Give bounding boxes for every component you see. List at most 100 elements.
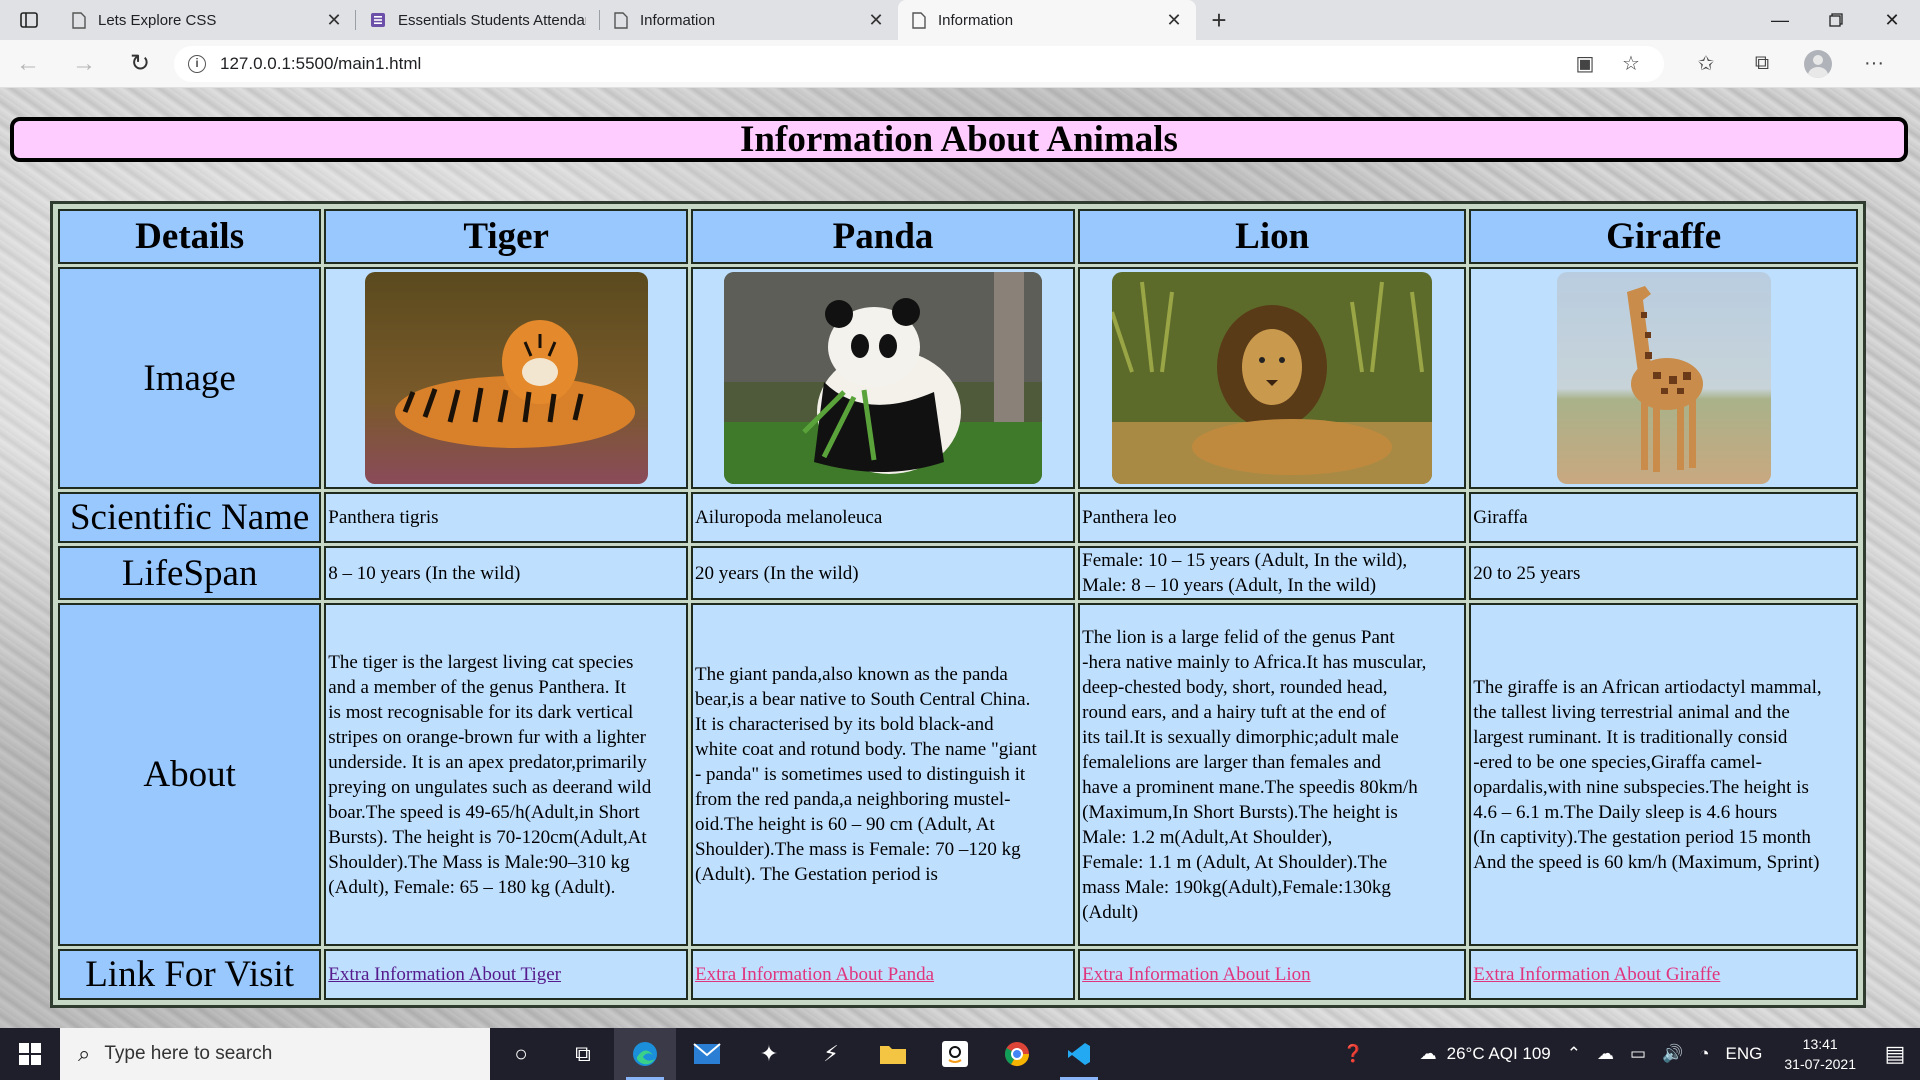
url-field[interactable]: i 127.0.0.1:5500/main1.html ▣ ☆ <box>174 45 1664 82</box>
lion-about: The lion is a large felid of the genus P… <box>1078 603 1467 946</box>
text-line: 8 – 10 years (In the wild) <box>328 562 521 584</box>
header-details: Details <box>58 209 322 264</box>
browser-tab[interactable]: Information ✕ <box>600 0 898 40</box>
tiger-about: The tiger is the largest living cat spec… <box>324 603 688 946</box>
text-line: -hera native mainly to Africa.It has mus… <box>1082 651 1427 673</box>
show-hidden-icons-button[interactable]: ⌃ <box>1559 1044 1589 1064</box>
task-view-button[interactable]: ⧉ <box>552 1028 614 1080</box>
battery-status[interactable]: ▭ <box>1622 1044 1654 1064</box>
table-row-scientific-name: Scientific Name Panthera tigris Ailuropo… <box>58 492 1858 543</box>
text-line: Female: 10 – 15 years (Adult, In the wil… <box>1082 550 1408 571</box>
browser-tab[interactable]: Lets Explore CSS ✕ <box>58 0 356 40</box>
clock[interactable]: 13:41 31-07-2021 <box>1770 1034 1870 1074</box>
mail-icon <box>693 1043 721 1064</box>
panda-lifespan: 20 years (In the wild) <box>690 546 1076 600</box>
file-explorer-button[interactable] <box>862 1028 924 1080</box>
clock-time: 13:41 <box>1802 1036 1838 1052</box>
panda-link-cell: Extra Information About Panda <box>690 949 1076 1000</box>
forward-button[interactable]: → <box>56 40 112 88</box>
page-heading-box: Information About Animals <box>10 117 1908 162</box>
windows-taskbar: ⌕ Type here to search ○ ⧉ ✦ ⚡ ❓ ☁ 26°C A… <box>0 1028 1920 1080</box>
onedrive-status[interactable]: ☁ <box>1589 1044 1622 1064</box>
animal-table: Details Tiger Panda Lion Giraffe Image S… <box>50 201 1866 1008</box>
taskbar-search[interactable]: ⌕ Type here to search <box>60 1028 490 1080</box>
dropbox-app-button[interactable]: ✦ <box>738 1028 800 1080</box>
giraffe-link-cell: Extra Information About Giraffe <box>1469 949 1858 1000</box>
text-line: opardalis,with nine subspecies.The heigh… <box>1473 776 1809 798</box>
more-menu-icon[interactable]: ··· <box>1846 52 1902 75</box>
help-button[interactable]: ❓ <box>1334 1044 1371 1064</box>
search-icon: ⌕ <box>78 1041 91 1066</box>
table-row-lifespan: LifeSpan 8 – 10 years (In the wild) 20 y… <box>58 546 1858 600</box>
panda-about: The giant panda,also known as the panda … <box>690 603 1076 946</box>
tiger-lifespan: 8 – 10 years (In the wild) <box>324 546 688 600</box>
weather-widget[interactable]: ☁ 26°C AQI 109 <box>1412 1044 1559 1064</box>
giraffe-about: The giraffe is an African artiodactyl ma… <box>1469 603 1858 946</box>
table-row-link: Link For Visit Extra Information About T… <box>58 949 1858 1000</box>
lightning-icon: ⚡ <box>823 1041 839 1066</box>
close-tab-icon[interactable]: ✕ <box>326 11 342 29</box>
text-line: Male: 1.2 m(Adult,At Shoulder), <box>1082 826 1333 848</box>
giraffe-info-link[interactable]: Extra Information About Giraffe <box>1473 964 1720 985</box>
wifi-icon: ◔ <box>1699 1044 1710 1063</box>
mail-app-button[interactable] <box>676 1028 738 1080</box>
favorites-icon[interactable]: ✩ <box>1678 51 1734 76</box>
text-line: (Adult), Female: 65 – 180 kg (Adult). <box>328 876 616 898</box>
network-status[interactable]: ◔ <box>1691 1044 1717 1064</box>
lion-info-link[interactable]: Extra Information About Lion <box>1082 964 1310 985</box>
amazon-app-button[interactable] <box>924 1028 986 1080</box>
dropbox-icon: ✦ <box>759 1041 779 1066</box>
window-controls: — ✕ <box>1752 0 1920 40</box>
panda-info-link[interactable]: Extra Information About Panda <box>695 964 934 985</box>
cortana-button[interactable]: ○ <box>490 1028 552 1080</box>
tab-title: Information <box>640 11 716 29</box>
start-button[interactable] <box>0 1028 60 1080</box>
new-tab-button[interactable]: + <box>1196 0 1242 40</box>
text-line: And the speed is 60 km/h (Maximum, Sprin… <box>1473 851 1820 873</box>
lightning-app-button[interactable]: ⚡ <box>800 1028 862 1080</box>
close-tab-icon[interactable]: ✕ <box>1166 11 1182 29</box>
battery-icon: ▭ <box>1630 1044 1647 1063</box>
add-favorite-icon[interactable]: ☆ <box>1608 51 1654 76</box>
panda-image-cell <box>690 267 1076 489</box>
arrow-left-icon: ← <box>16 49 40 77</box>
site-info-icon[interactable]: i <box>188 54 206 73</box>
table-row-about: About The tiger is the largest living ca… <box>58 603 1858 946</box>
browser-tab[interactable]: Essentials Students Attendance f <box>356 0 600 40</box>
arrow-right-icon: → <box>72 49 96 77</box>
text-line: It is characterised by its bold black-an… <box>694 714 994 735</box>
profile-avatar[interactable] <box>1804 49 1832 78</box>
text-line: is most recognisable for its dark vertic… <box>328 701 634 723</box>
tab-actions-button[interactable] <box>0 0 58 40</box>
cloud-icon: ☁ <box>1419 1044 1437 1063</box>
chevron-up-icon: ⌃ <box>1566 1044 1582 1063</box>
chrome-app-button[interactable] <box>986 1028 1048 1080</box>
refresh-button[interactable]: ↻ <box>112 40 168 88</box>
text-line: preying on ungulates such as deerand wil… <box>328 776 652 798</box>
close-window-button[interactable]: ✕ <box>1864 0 1920 40</box>
collections-icon[interactable]: ⧉ <box>1734 52 1790 75</box>
text-line: bear,is a bear native to South Central C… <box>694 689 1031 710</box>
minimize-button[interactable]: — <box>1752 0 1808 40</box>
language-indicator[interactable]: ENG <box>1718 1044 1771 1064</box>
forms-icon <box>371 13 385 27</box>
text-line: 20 years (In the wild) <box>694 562 859 584</box>
text-line: round ears, and a hairy tuft at the end … <box>1082 701 1387 723</box>
restore-button[interactable] <box>1808 0 1864 40</box>
header-lion: Lion <box>1078 209 1467 264</box>
notifications-button[interactable]: ▤ <box>1870 1041 1920 1067</box>
text-line: stripes on orange-brown fur with a light… <box>328 726 646 748</box>
back-button[interactable]: ← <box>0 40 56 88</box>
text-line: The giant panda,also known as the panda <box>694 664 1008 685</box>
vscode-app-button[interactable] <box>1048 1028 1110 1080</box>
immersive-reader-icon[interactable]: ▣ <box>1562 51 1608 76</box>
close-icon: ✕ <box>1884 9 1900 30</box>
giraffe-image-cell <box>1469 267 1858 489</box>
close-tab-icon[interactable]: ✕ <box>868 11 884 29</box>
browser-tab-active[interactable]: Information ✕ <box>898 0 1196 40</box>
tab-title: Information <box>938 11 1014 29</box>
panda-scientific-name: Ailuropoda melanoleuca <box>690 492 1076 543</box>
tiger-info-link[interactable]: Extra Information About Tiger <box>328 964 561 985</box>
edge-app-button[interactable] <box>614 1028 676 1080</box>
volume-control[interactable]: 🔊 <box>1654 1044 1691 1064</box>
